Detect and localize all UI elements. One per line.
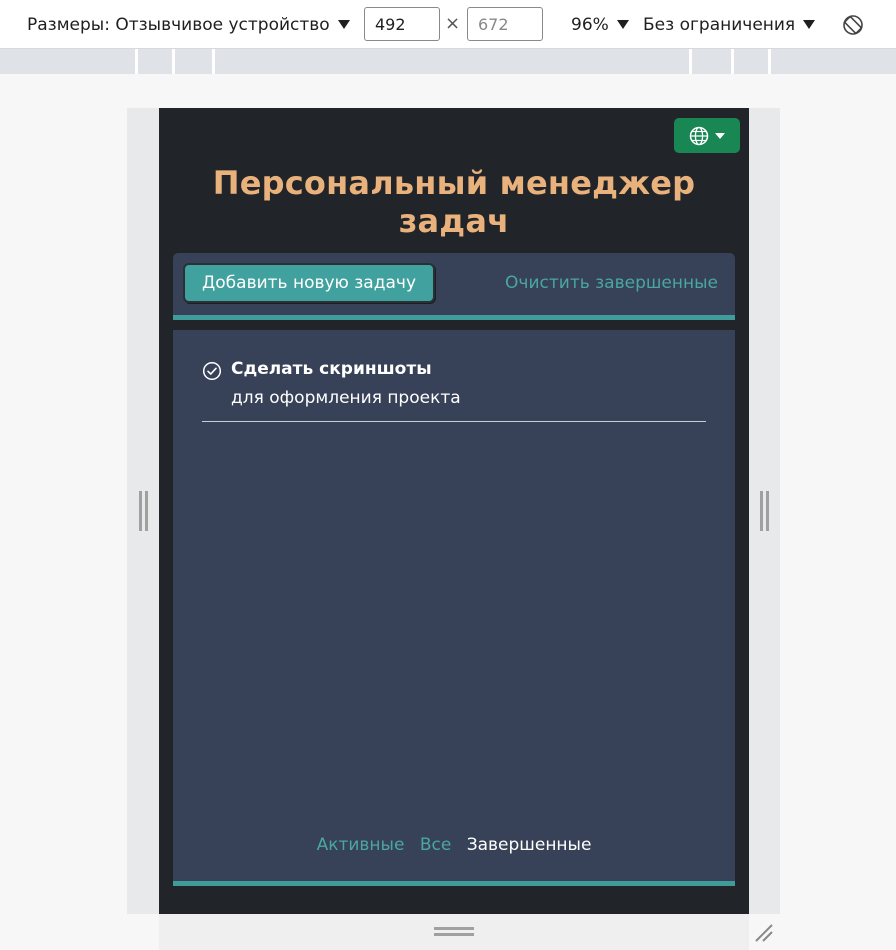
times-sign: × (445, 13, 461, 34)
width-input[interactable] (364, 7, 440, 41)
bottom-grip-icon[interactable] (434, 933, 474, 936)
filter-completed[interactable]: Завершенные (467, 835, 592, 855)
actions-panel: Добавить новую задачу Очистить завершенн… (173, 253, 735, 320)
height-input[interactable] (467, 7, 543, 41)
app-page: Персональный менеджер задач Добавить нов… (159, 108, 749, 914)
dimensions-label: Размеры: Отзывчивое устройство (27, 14, 330, 35)
filter-active[interactable]: Активные (317, 835, 405, 855)
right-resize-handle[interactable] (749, 108, 780, 914)
chevron-down-icon (337, 20, 350, 29)
filter-all[interactable]: Все (420, 835, 451, 855)
language-button[interactable] (674, 118, 740, 153)
task-description: для оформления проекта (231, 388, 461, 408)
zoom-dropdown[interactable]: 96% (571, 0, 629, 49)
left-grip-icon[interactable] (139, 491, 142, 531)
left-grip-icon[interactable] (145, 491, 148, 531)
dimensions-dropdown[interactable]: Размеры: Отзывчивое устройство (27, 0, 350, 49)
task-title: Сделать скриншоты (231, 359, 432, 379)
media-query-ruler[interactable] (0, 49, 896, 74)
left-resize-handle[interactable] (127, 108, 159, 914)
devtools-toolbar: Размеры: Отзывчивое устройство × 96% Без… (0, 0, 896, 49)
rotate-icon (843, 14, 863, 35)
clear-completed-link[interactable]: Очистить завершенные (505, 273, 718, 293)
rotate-button[interactable] (841, 0, 865, 49)
chevron-down-icon (715, 132, 725, 139)
bottom-resize-handle[interactable] (159, 914, 749, 950)
check-circle-icon[interactable] (202, 361, 222, 381)
chevron-down-icon (803, 20, 816, 29)
page-title: Персональный менеджер задач (212, 164, 696, 240)
zoom-value: 96% (571, 14, 609, 35)
chevron-down-icon (616, 20, 629, 29)
corner-resize-icon[interactable] (752, 921, 774, 943)
throttle-value: Без ограничения (643, 14, 796, 35)
task-list-panel: Сделать скриншоты для оформления проекта… (173, 330, 735, 886)
right-grip-icon[interactable] (766, 491, 769, 531)
globe-icon (689, 126, 709, 145)
list-item[interactable]: Сделать скриншоты для оформления проекта (202, 358, 706, 422)
throttle-dropdown[interactable]: Без ограничения (643, 0, 816, 49)
filter-bar: Активные Все Завершенные (173, 835, 735, 855)
add-task-button[interactable]: Добавить новую задачу (183, 263, 435, 303)
bottom-grip-icon[interactable] (434, 927, 474, 930)
right-grip-icon[interactable] (760, 491, 763, 531)
